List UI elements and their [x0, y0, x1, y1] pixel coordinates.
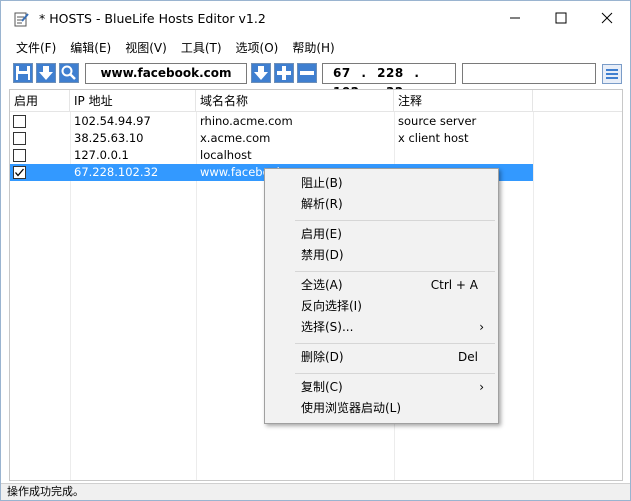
- menu-tools[interactable]: 工具(T): [174, 38, 229, 58]
- table-row[interactable]: 38.25.63.10 x.acme.com x client host: [10, 130, 533, 147]
- enable-checkbox[interactable]: [13, 132, 26, 145]
- column-header-enabled[interactable]: 启用: [10, 90, 70, 112]
- search-icon: [61, 65, 76, 80]
- comment-cell: source server: [398, 114, 477, 128]
- menu-edit[interactable]: 编辑(E): [63, 38, 118, 58]
- ctx-delete[interactable]: 删除(D) Del: [267, 347, 496, 368]
- menu-separator: [295, 220, 495, 221]
- menu-view[interactable]: 视图(V): [118, 38, 174, 58]
- arrow-down-icon: [39, 66, 53, 80]
- domain-cell: rhino.acme.com: [200, 114, 293, 128]
- ctx-select-submenu[interactable]: 选择(S)... ›: [267, 317, 496, 338]
- ctx-open-in-browser[interactable]: 使用浏览器启动(L): [267, 398, 496, 419]
- domain-cell: localhost: [200, 148, 252, 162]
- menu-options[interactable]: 选项(O): [229, 38, 286, 58]
- app-window: * HOSTS - BlueLife Hosts Editor v1.2 文件(…: [0, 0, 631, 501]
- maximize-button[interactable]: [538, 1, 584, 35]
- toolbar: www.facebook.com 67 . 228 . 102 . 32: [1, 61, 630, 99]
- chevron-right-icon: ›: [479, 320, 484, 334]
- ctx-resolve[interactable]: 解析(R): [267, 194, 496, 215]
- minimize-icon: [510, 17, 520, 19]
- search-button[interactable]: [59, 63, 79, 83]
- maximize-icon: [555, 12, 567, 24]
- domain-input[interactable]: www.facebook.com: [85, 63, 247, 84]
- menu-help[interactable]: 帮助(H): [285, 38, 341, 58]
- plus-icon: [277, 66, 291, 80]
- minimize-button[interactable]: [492, 1, 538, 35]
- ip-cell: 67.228.102.32: [74, 165, 159, 179]
- save-button[interactable]: [13, 63, 33, 83]
- table-row[interactable]: 102.54.94.97 rhino.acme.com source serve…: [10, 113, 533, 130]
- ctx-invert-selection[interactable]: 反向选择(I): [267, 296, 496, 317]
- comment-input[interactable]: [462, 63, 596, 84]
- close-button[interactable]: [584, 1, 630, 35]
- list-icon: [606, 69, 618, 79]
- ip-cell: 38.25.63.10: [74, 131, 144, 145]
- ctx-copy-submenu[interactable]: 复制(C) ›: [267, 377, 496, 398]
- domain-cell: x.acme.com: [200, 131, 271, 145]
- column-header-domain[interactable]: 域名名称: [196, 90, 394, 112]
- enable-checkbox[interactable]: [13, 149, 26, 162]
- list-view-button[interactable]: [602, 64, 622, 84]
- add-down-button[interactable]: [251, 63, 271, 83]
- chevron-right-icon: ›: [479, 380, 484, 394]
- menu-file[interactable]: 文件(F): [9, 38, 63, 58]
- menu-separator: [295, 373, 495, 374]
- close-icon: [601, 12, 613, 24]
- ctx-block[interactable]: 阻止(B): [267, 173, 496, 194]
- shortcut-label: Ctrl + A: [430, 278, 478, 292]
- ctx-enable[interactable]: 启用(E): [267, 224, 496, 245]
- menu-bar: 文件(F) 编辑(E) 视图(V) 工具(T) 选项(O) 帮助(H): [1, 37, 630, 59]
- arrow-down-icon: [254, 66, 268, 80]
- ip-octet-2: 228: [377, 66, 404, 80]
- status-bar: 操作成功完成。: [1, 483, 630, 500]
- ip-cell: 102.54.94.97: [74, 114, 151, 128]
- save-icon: [16, 66, 30, 80]
- ip-cell: 127.0.0.1: [74, 148, 129, 162]
- remove-button[interactable]: [297, 63, 317, 83]
- status-text: 操作成功完成。: [7, 485, 84, 498]
- shortcut-label: Del: [458, 350, 478, 364]
- table-row[interactable]: 127.0.0.1 localhost: [10, 147, 533, 164]
- ctx-select-all[interactable]: 全选(A) Ctrl + A: [267, 275, 496, 296]
- menu-separator: [295, 343, 495, 344]
- comment-cell: x client host: [398, 131, 469, 145]
- minus-icon: [300, 71, 314, 75]
- notepad-icon: [14, 12, 29, 27]
- column-header-comment[interactable]: 注释: [394, 90, 533, 112]
- ip-octet-1: 67: [333, 66, 351, 80]
- enable-checkbox-checked[interactable]: [13, 166, 26, 179]
- checkmark-icon: [15, 168, 24, 177]
- ip-address-input[interactable]: 67 . 228 . 102 . 32: [322, 63, 456, 99]
- menu-separator: [295, 271, 495, 272]
- window-title: * HOSTS - BlueLife Hosts Editor v1.2: [39, 11, 266, 26]
- title-bar[interactable]: * HOSTS - BlueLife Hosts Editor v1.2: [1, 1, 630, 35]
- download-button[interactable]: [36, 63, 56, 83]
- enable-checkbox[interactable]: [13, 115, 26, 128]
- comment-cell: [398, 147, 532, 164]
- add-button[interactable]: [274, 63, 294, 83]
- list-header: 启用 IP 地址 域名名称 注释: [10, 90, 622, 112]
- column-header-ip[interactable]: IP 地址: [70, 90, 196, 112]
- context-menu: 阻止(B) 解析(R) 启用(E) 禁用(D) 全选(A) Ctrl + A 反…: [264, 168, 499, 424]
- ctx-disable[interactable]: 禁用(D): [267, 245, 496, 266]
